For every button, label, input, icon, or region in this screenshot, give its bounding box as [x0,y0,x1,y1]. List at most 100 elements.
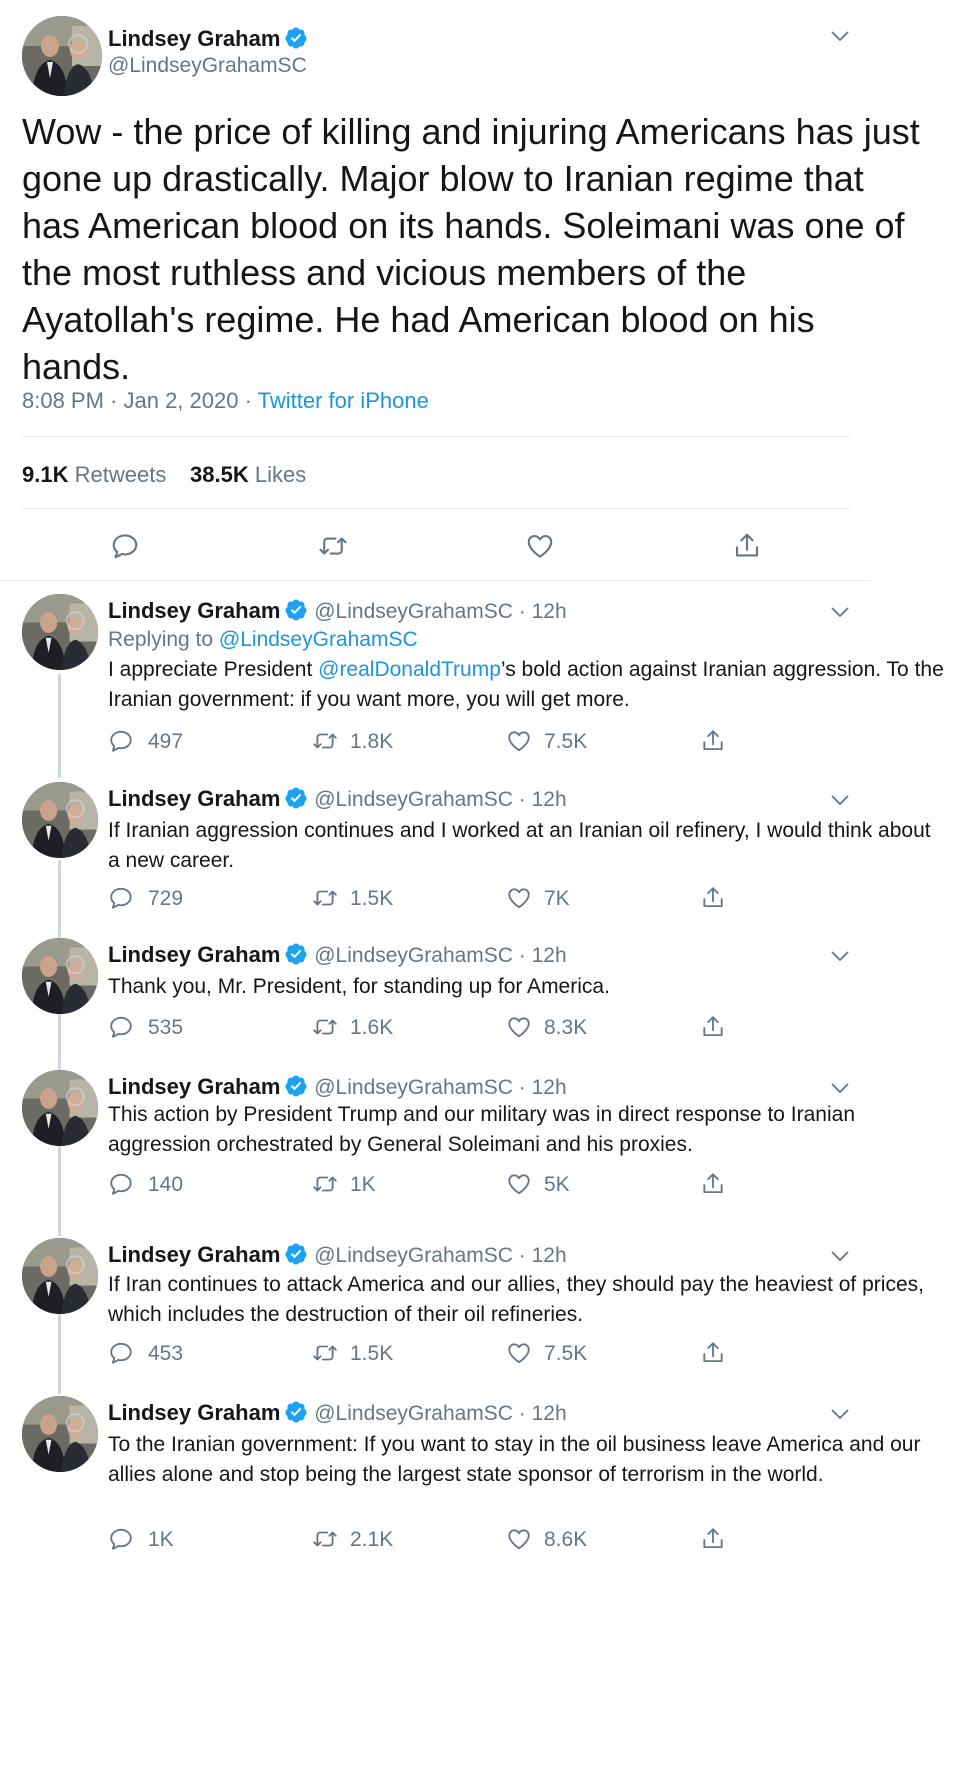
author-name[interactable]: Lindsey Graham [108,598,280,623]
reply-tweet[interactable]: Lindsey Graham @LindseyGrahamSC · 12h To… [0,1396,920,1576]
reply-tweet[interactable]: Lindsey Graham @LindseyGrahamSC · 12h If… [0,782,931,932]
author-name[interactable]: Lindsey Graham [108,786,280,811]
retweet-count: 1.6K [350,1016,394,1039]
reply-icon[interactable] [108,1526,134,1552]
avatar[interactable] [22,938,98,1014]
chevron-down-icon[interactable] [828,788,852,812]
share-icon[interactable] [700,1340,726,1366]
retweet-icon[interactable] [312,1014,338,1040]
retweet-icon[interactable] [312,1340,338,1366]
mention-link[interactable]: @realDonaldTrump [318,658,501,681]
chevron-down-icon[interactable] [828,24,852,48]
reply-count: 140 [148,1173,184,1196]
like-count: 7.5K [544,730,588,753]
avatar[interactable] [22,16,102,96]
reply-tweet[interactable]: Lindsey Graham @LindseyGrahamSC · 12h Th… [0,938,870,1058]
reply-text: If Iran continues to attack America and … [108,1273,924,1326]
share-icon[interactable] [700,1014,726,1040]
like-icon[interactable] [525,531,555,561]
retweet-icon[interactable] [318,531,348,561]
reply-count: 453 [148,1342,184,1365]
avatar[interactable] [22,1070,98,1146]
reply-tweet[interactable]: Lindsey Graham @LindseyGrahamSC · 12h Re… [0,594,944,784]
share-icon[interactable] [700,885,726,911]
share-icon[interactable] [700,1171,726,1197]
divider [0,580,870,581]
share-icon[interactable] [700,728,726,754]
author-handle[interactable]: @LindseyGrahamSC [108,54,307,78]
verified-badge-icon [284,1400,308,1424]
reply-header: Lindsey Graham @LindseyGrahamSC · 12h [108,942,567,968]
likes-count: 38.5K [190,462,249,487]
likes-stat[interactable]: 38.5K Likes [190,462,306,488]
replying-to-link[interactable]: @LindseyGrahamSC [219,628,418,651]
reply-icon[interactable] [108,1340,134,1366]
like-icon[interactable] [506,1526,532,1552]
reply-icon[interactable] [108,1171,134,1197]
tweet-meta: 8:08 PM · Jan 2, 2020 · Twitter for iPho… [22,388,429,414]
divider [22,508,850,509]
retweet-count: 2.1K [350,1528,394,1551]
reply-text: If Iranian aggression continues and I wo… [108,819,931,872]
reply-icon[interactable] [110,531,140,561]
avatar[interactable] [22,1396,98,1472]
retweets-count: 9.1K [22,462,69,487]
like-icon[interactable] [506,728,532,754]
like-icon[interactable] [506,885,532,911]
chevron-down-icon[interactable] [828,1076,852,1100]
chevron-down-icon[interactable] [828,1244,852,1268]
avatar[interactable] [22,1238,98,1314]
author-handle-time[interactable]: @LindseyGrahamSC · 12h [314,1244,566,1267]
like-count: 7.5K [544,1342,588,1365]
author-name[interactable]: Lindsey Graham [108,942,280,967]
likes-label: Likes [254,462,307,487]
replying-to: Replying to @LindseyGrahamSC [108,628,418,652]
author-name[interactable]: Lindsey Graham [108,1400,280,1425]
retweet-icon[interactable] [312,1526,338,1552]
author-name[interactable]: Lindsey Graham [108,1242,280,1267]
tweet-timestamp: 8:08 PM · Jan 2, 2020 · [22,388,258,413]
reply-header: Lindsey Graham @LindseyGrahamSC · 12h [108,1400,567,1426]
reply-count: 729 [148,887,184,910]
reply-text: Thank you, Mr. President, for standing u… [108,975,610,998]
reply-tweet[interactable]: Lindsey Graham @LindseyGrahamSC · 12h Th… [0,1070,870,1220]
chevron-down-icon[interactable] [828,944,852,968]
retweet-count: 1.8K [350,730,394,753]
author-handle-time[interactable]: @LindseyGrahamSC · 12h [314,1076,566,1099]
like-icon[interactable] [506,1340,532,1366]
like-icon[interactable] [506,1014,532,1040]
chevron-down-icon[interactable] [828,600,852,624]
verified-badge-icon [284,26,308,50]
retweet-icon[interactable] [312,1171,338,1197]
retweet-icon[interactable] [312,728,338,754]
share-icon[interactable] [700,1526,726,1552]
avatar-image [22,782,98,858]
author-name[interactable]: Lindsey Graham [108,1074,280,1099]
author-handle-time[interactable]: @LindseyGrahamSC · 12h [314,600,566,623]
retweet-icon[interactable] [312,885,338,911]
author-handle-time[interactable]: @LindseyGrahamSC · 12h [314,944,566,967]
chevron-down-icon[interactable] [828,1402,852,1426]
divider [22,436,850,437]
tweet-source-link[interactable]: Twitter for iPhone [258,388,429,413]
reply-text: I appreciate President @realDonaldTrump’… [108,655,948,715]
author-name[interactable]: Lindsey Graham [108,26,308,52]
reply-icon[interactable] [108,885,134,911]
avatar-image [22,938,98,1014]
retweets-stat[interactable]: 9.1K Retweets [22,462,166,488]
retweet-count: 1K [350,1173,376,1196]
reply-count: 535 [148,1016,184,1039]
share-icon[interactable] [732,531,762,561]
author-handle-time[interactable]: @LindseyGrahamSC · 12h [314,788,566,811]
reply-header: Lindsey Graham @LindseyGrahamSC · 12h [108,786,567,812]
avatar[interactable] [22,594,98,670]
like-count: 8.3K [544,1016,588,1039]
author-name-text: Lindsey Graham [108,26,281,51]
avatar[interactable] [22,782,98,858]
reply-icon[interactable] [108,728,134,754]
reply-tweet[interactable]: Lindsey Graham @LindseyGrahamSC · 12h If… [0,1238,924,1388]
author-handle-time[interactable]: @LindseyGrahamSC · 12h [314,1402,566,1425]
reply-icon[interactable] [108,1014,134,1040]
like-count: 7K [544,887,570,910]
like-icon[interactable] [506,1171,532,1197]
